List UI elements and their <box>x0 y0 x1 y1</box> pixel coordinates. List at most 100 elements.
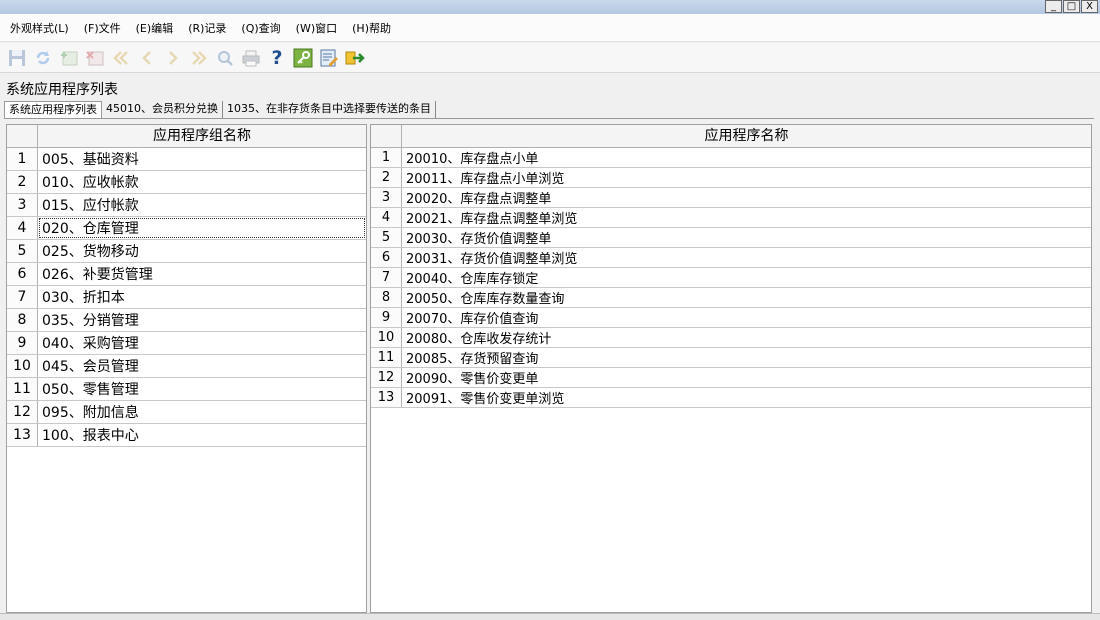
table-row[interactable]: 13 100、报表中心 <box>7 424 366 447</box>
toolbar: ? <box>0 43 1100 73</box>
table-row[interactable]: 5 20030、存货价值调整单 <box>371 228 1091 248</box>
table-row[interactable]: 11 050、零售管理 <box>7 378 366 401</box>
table-row[interactable]: 10 045、会员管理 <box>7 355 366 378</box>
row-name-cell[interactable]: 20085、存货预留查询 <box>402 348 1091 367</box>
row-name-cell[interactable]: 005、基础资料 <box>38 148 366 170</box>
menu-appearance[interactable]: 外观样式(L) <box>10 20 69 36</box>
app-group-grid: 应用程序组名称 1 005、基础资料 2 010、应收帐款 3 015、应付帐款 4 020、… <box>6 124 367 613</box>
row-name-cell[interactable]: 20020、库存盘点调整单 <box>402 188 1091 207</box>
row-name-cell[interactable]: 20021、库存盘点调整单浏览 <box>402 208 1091 227</box>
key-icon[interactable] <box>292 47 314 69</box>
row-number-header <box>371 125 402 147</box>
menu-query[interactable]: (Q)查询 <box>241 20 280 36</box>
table-row[interactable]: 4 20021、库存盘点调整单浏览 <box>371 208 1091 228</box>
row-name-cell[interactable]: 20091、零售价变更单浏览 <box>402 388 1091 407</box>
help-icon[interactable]: ? <box>266 47 288 69</box>
exit-icon[interactable] <box>344 47 366 69</box>
row-name-cell[interactable]: 045、会员管理 <box>38 355 366 377</box>
row-name-cell[interactable]: 050、零售管理 <box>38 378 366 400</box>
row-number-header <box>7 125 38 147</box>
row-name-cell[interactable]: 020、仓库管理 <box>38 217 366 239</box>
menu-edit[interactable]: (E)编辑 <box>136 20 174 36</box>
row-name-cell[interactable]: 010、应收帐款 <box>38 171 366 193</box>
table-row[interactable]: 10 20080、仓库收发存统计 <box>371 328 1091 348</box>
row-name-cell[interactable]: 20080、仓库收发存统计 <box>402 328 1091 347</box>
table-row[interactable]: 1 005、基础资料 <box>7 148 366 171</box>
row-number: 11 <box>7 378 38 400</box>
row-number: 2 <box>7 171 38 193</box>
tab-member-points-exchange[interactable]: 45010、会员积分兑换 <box>102 101 223 118</box>
row-name-cell[interactable]: 100、报表中心 <box>38 424 366 446</box>
row-name-cell[interactable]: 20090、零售价变更单 <box>402 368 1091 387</box>
last-record-icon[interactable] <box>188 47 210 69</box>
next-record-icon[interactable] <box>162 47 184 69</box>
row-name-cell[interactable]: 035、分销管理 <box>38 309 366 331</box>
row-name-cell[interactable]: 025、货物移动 <box>38 240 366 262</box>
previous-record-icon[interactable] <box>136 47 158 69</box>
maximize-button[interactable]: □ <box>1063 0 1080 13</box>
tab-system-app-list[interactable]: 系统应用程序列表 <box>4 101 102 118</box>
table-row[interactable]: 9 040、采购管理 <box>7 332 366 355</box>
table-row[interactable]: 12 095、附加信息 <box>7 401 366 424</box>
menu-record[interactable]: (R)记录 <box>188 20 226 36</box>
table-row[interactable]: 2 010、应收帐款 <box>7 171 366 194</box>
save-icon[interactable] <box>6 47 28 69</box>
row-number: 7 <box>371 268 402 287</box>
delete-record-icon[interactable] <box>84 47 106 69</box>
table-row[interactable]: 8 035、分销管理 <box>7 309 366 332</box>
table-row[interactable]: 13 20091、零售价变更单浏览 <box>371 388 1091 408</box>
row-name-cell[interactable]: 030、折扣本 <box>38 286 366 308</box>
print-icon[interactable] <box>240 47 262 69</box>
table-row[interactable]: 2 20011、库存盘点小单浏览 <box>371 168 1091 188</box>
row-name-cell[interactable]: 20050、仓库库存数量查询 <box>402 288 1091 307</box>
row-name-cell[interactable]: 015、应付帐款 <box>38 194 366 216</box>
close-button[interactable]: X <box>1081 0 1098 13</box>
row-number: 4 <box>7 217 38 239</box>
table-row[interactable]: 7 030、折扣本 <box>7 286 366 309</box>
row-number: 10 <box>7 355 38 377</box>
table-row[interactable]: 8 20050、仓库库存数量查询 <box>371 288 1091 308</box>
window-controls: _ □ X <box>1045 0 1098 13</box>
menu-help[interactable]: (H)帮助 <box>352 20 391 36</box>
row-name-cell[interactable]: 20010、库存盘点小单 <box>402 148 1091 167</box>
help-icon-glyph: ? <box>271 46 283 69</box>
menu-bar: 外观样式(L) (F)文件 (E)编辑 (R)记录 (Q)查询 (W)窗口 (H… <box>0 14 1100 42</box>
first-record-icon[interactable] <box>110 47 132 69</box>
table-row[interactable]: 6 20031、存货价值调整单浏览 <box>371 248 1091 268</box>
grid-header: 应用程序名称 <box>371 125 1091 148</box>
row-name-cell[interactable]: 20011、库存盘点小单浏览 <box>402 168 1091 187</box>
row-number: 6 <box>371 248 402 267</box>
row-number: 1 <box>7 148 38 170</box>
row-name-cell[interactable]: 095、附加信息 <box>38 401 366 423</box>
row-name-cell[interactable]: 20040、仓库库存锁定 <box>402 268 1091 287</box>
table-row[interactable]: 1 20010、库存盘点小单 <box>371 148 1091 168</box>
tab-non-inventory-transfer[interactable]: 1035、在非存货条目中选择要传送的条目 <box>223 101 436 118</box>
add-record-icon[interactable] <box>58 47 80 69</box>
minimize-button[interactable]: _ <box>1045 0 1062 13</box>
menu-window[interactable]: (W)窗口 <box>296 20 337 36</box>
edit-note-icon[interactable] <box>318 47 340 69</box>
table-row[interactable]: 4 020、仓库管理 <box>7 217 366 240</box>
grid-header: 应用程序组名称 <box>7 125 366 148</box>
row-name-cell[interactable]: 20031、存货价值调整单浏览 <box>402 248 1091 267</box>
row-number: 1 <box>371 148 402 167</box>
search-icon[interactable] <box>214 47 236 69</box>
table-row[interactable]: 3 20020、库存盘点调整单 <box>371 188 1091 208</box>
table-row[interactable]: 5 025、货物移动 <box>7 240 366 263</box>
table-row[interactable]: 12 20090、零售价变更单 <box>371 368 1091 388</box>
row-name-cell[interactable]: 040、采购管理 <box>38 332 366 354</box>
app-grid: 应用程序名称 1 20010、库存盘点小单 2 20011、库存盘点小单浏览 3 2002… <box>370 124 1092 613</box>
table-row[interactable]: 9 20070、库存价值查询 <box>371 308 1091 328</box>
row-name-cell[interactable]: 20070、库存价值查询 <box>402 308 1091 327</box>
table-row[interactable]: 7 20040、仓库库存锁定 <box>371 268 1091 288</box>
table-row[interactable]: 3 015、应付帐款 <box>7 194 366 217</box>
table-row[interactable]: 6 026、补要货管理 <box>7 263 366 286</box>
row-number: 5 <box>7 240 38 262</box>
row-name-cell[interactable]: 20030、存货价值调整单 <box>402 228 1091 247</box>
row-name-cell[interactable]: 026、补要货管理 <box>38 263 366 285</box>
refresh-icon[interactable] <box>32 47 54 69</box>
menu-file[interactable]: (F)文件 <box>84 20 121 36</box>
row-number: 7 <box>7 286 38 308</box>
table-row[interactable]: 11 20085、存货预留查询 <box>371 348 1091 368</box>
status-bar <box>0 613 1100 620</box>
